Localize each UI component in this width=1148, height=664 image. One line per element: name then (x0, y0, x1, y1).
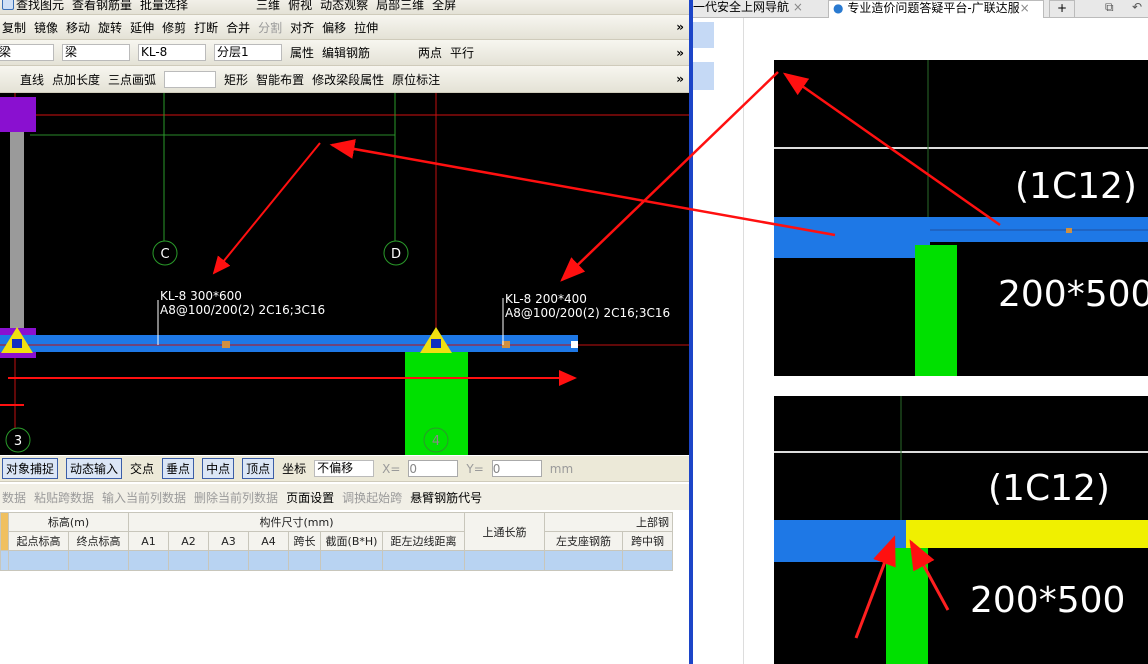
size-label: 200*500 (970, 580, 1125, 621)
figure-2: (1C12) 200*500 (774, 396, 1148, 664)
beam-selected (906, 520, 1148, 548)
rebar-label: (1C12) (988, 468, 1110, 509)
column (886, 548, 928, 664)
column (915, 245, 957, 376)
beam (774, 242, 930, 258)
figures-overlay: (1C12) 200*500 (1C12) 200*500 (329, 60, 1148, 664)
annotation-arrow (560, 71, 779, 282)
figure-1: (1C12) 200*500 (774, 60, 1148, 376)
rebar-label: (1C12) (1015, 166, 1137, 207)
annotation-arrow (329, 139, 836, 237)
size-label: 200*500 (998, 274, 1148, 315)
